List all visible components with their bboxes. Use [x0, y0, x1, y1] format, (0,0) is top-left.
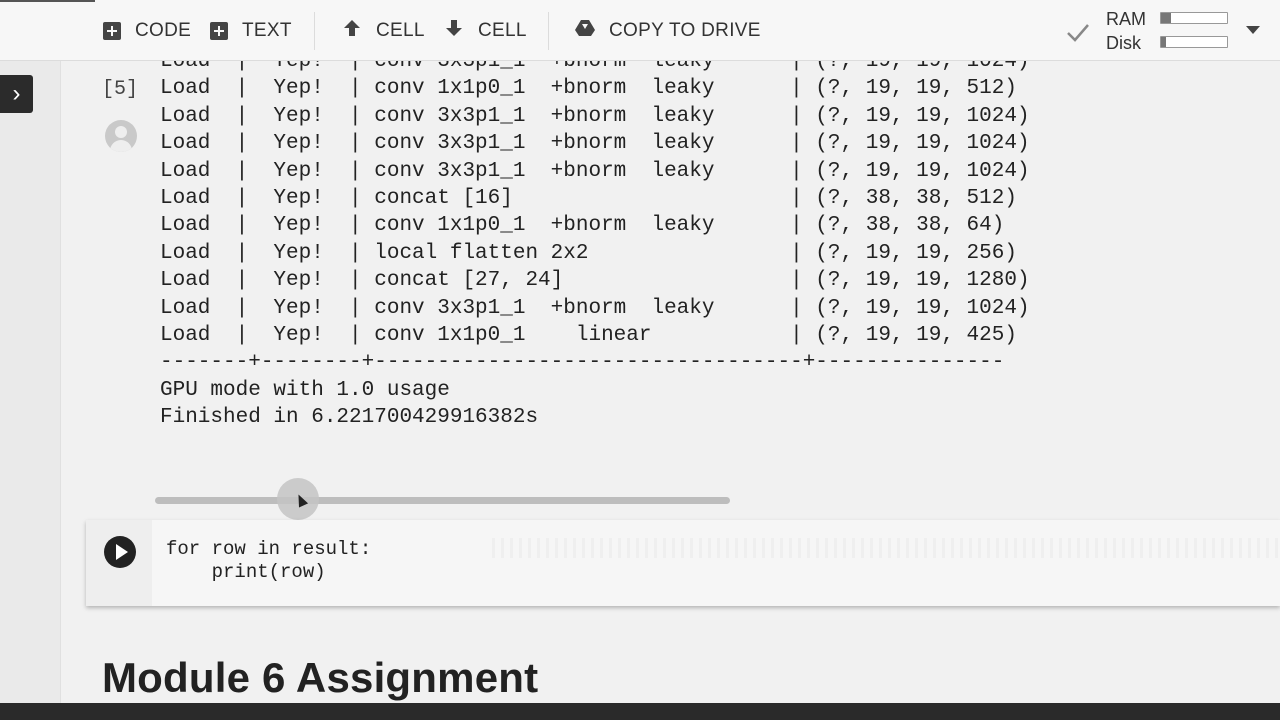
output-line: Load | Yep! | conv 3x3p1_1 +bnorm leaky …: [160, 104, 1030, 128]
copy-to-drive-label: COPY TO DRIVE: [609, 20, 761, 41]
code-cell-fade: [486, 538, 1280, 558]
output-line: Load | Yep! | conv 1x1p0_1 +bnorm leaky …: [160, 214, 1005, 238]
disk-usage-fill: [1161, 37, 1167, 47]
connected-check-icon: [1067, 24, 1089, 42]
cell-gutter: [86, 520, 152, 606]
output-line: Finished in 6.221700429916382s: [160, 406, 539, 430]
resource-dropdown-icon[interactable]: [1246, 26, 1260, 34]
move-cell-up-label: CELL: [376, 20, 425, 41]
copy-to-drive-button[interactable]: COPY TO DRIVE: [575, 14, 761, 48]
toolbar-top-line: [0, 0, 95, 2]
toolbar-divider: [314, 12, 315, 50]
add-text-button[interactable]: TEXT: [210, 14, 292, 48]
sidebar-toggle-button[interactable]: ›: [0, 75, 33, 113]
output-line: Load | Yep! | conv 1x1p0_1 linear | (?, …: [160, 323, 1017, 347]
section-heading: Module 6 Assignment: [102, 654, 539, 701]
bottom-taskbar: [0, 703, 1280, 720]
output-line: Load | Yep! | concat [27, 24] | (?, 19, …: [160, 269, 1030, 293]
left-gutter: [0, 60, 61, 720]
move-cell-up-button[interactable]: CELL: [342, 14, 425, 48]
toolbar-divider: [548, 12, 549, 50]
output-line: -------+--------+-----------------------…: [160, 351, 1005, 375]
code-line-2: print(row): [166, 561, 326, 583]
code-cell[interactable]: for row in result: print(row): [86, 520, 1280, 606]
ram-label: RAM: [1106, 9, 1146, 29]
ram-usage-fill: [1161, 13, 1171, 23]
add-code-button[interactable]: CODE: [103, 14, 191, 48]
output-line: Load | Yep! | concat [16] | (?, 38, 38, …: [160, 186, 1017, 210]
avatar-body: [110, 140, 132, 152]
move-cell-down-button[interactable]: CELL: [444, 14, 527, 48]
add-text-label: TEXT: [242, 20, 292, 41]
user-avatar: [105, 120, 137, 152]
plus-box-icon: [103, 22, 121, 40]
output-line: Load | Yep! | conv 1x1p0_1 +bnorm leaky …: [160, 77, 1017, 101]
resource-monitor[interactable]: RAM Disk: [1066, 6, 1266, 54]
add-code-label: CODE: [135, 20, 192, 41]
avatar-head: [115, 126, 127, 138]
output-line: Load | Yep! | local flatten 2x2 | (?, 19…: [160, 241, 1017, 265]
plus-box-icon: [210, 22, 228, 40]
toolbar: CODE TEXT CELL CELL COPY TO DRIVE RAM Di…: [0, 0, 1280, 61]
play-icon: [116, 544, 128, 560]
disk-label: Disk: [1106, 33, 1141, 53]
arrow-up-icon: [342, 18, 362, 44]
disk-usage-bar: [1160, 36, 1228, 48]
output-line: GPU mode with 1.0 usage: [160, 378, 450, 402]
execution-count: [5]: [102, 78, 139, 101]
ram-usage-bar: [1160, 12, 1228, 24]
arrow-down-icon: [444, 18, 464, 44]
output-scrollbar-track[interactable]: [155, 497, 730, 504]
code-line-1: for row in result:: [166, 538, 372, 560]
output-line: Load | Yep! | conv 3x3p1_1 +bnorm leaky …: [160, 132, 1030, 156]
drive-icon: [575, 19, 595, 43]
move-cell-down-label: CELL: [478, 20, 527, 41]
output-line: Load | Yep! | conv 3x3p1_1 +bnorm leaky …: [160, 296, 1030, 320]
code-editor[interactable]: for row in result: print(row): [166, 538, 371, 584]
output-line: Load | Yep! | conv 3x3p1_1 +bnorm leaky …: [160, 159, 1030, 183]
run-cell-button[interactable]: [104, 536, 136, 568]
cell-output: Load | Yep! | conv 3x3p1_1 +bnorm leaky …: [160, 48, 1160, 431]
